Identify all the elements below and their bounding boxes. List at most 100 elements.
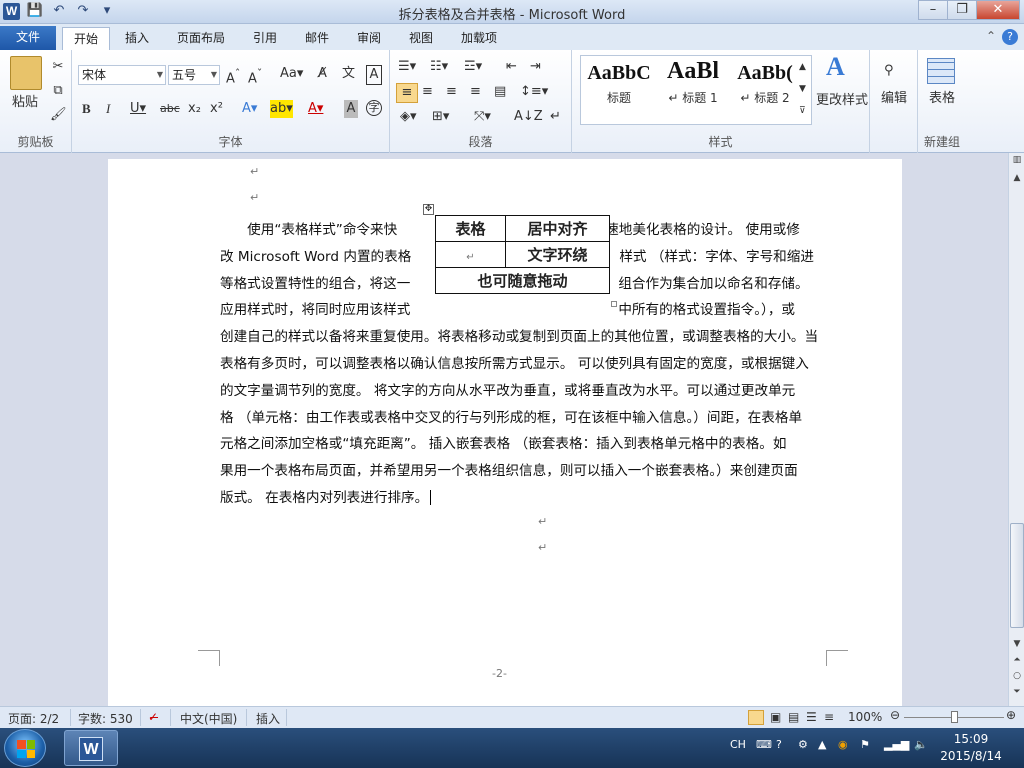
editing-button[interactable]: 编辑 — [876, 90, 912, 108]
paste-button[interactable]: 粘贴 — [6, 94, 44, 112]
bullets-icon[interactable]: ☰▾ — [398, 58, 416, 76]
security-icon[interactable]: ◉ — [838, 738, 848, 751]
text-effects-icon[interactable]: A▾ — [242, 100, 257, 118]
table-icon[interactable] — [927, 58, 955, 84]
gallery-more-icon[interactable]: ⊽ — [799, 102, 806, 120]
grow-font-icon[interactable]: Aˆ — [226, 65, 240, 88]
zoom-out-icon[interactable]: ⊖ — [890, 708, 900, 722]
table-button[interactable]: 表格 — [924, 90, 960, 108]
ime-indicator[interactable]: CH — [730, 738, 746, 751]
start-button[interactable] — [4, 729, 46, 767]
change-styles-button[interactable]: 更改样式 — [816, 92, 868, 110]
format-painter-icon[interactable]: 🖌 — [50, 106, 67, 124]
decrease-indent-icon[interactable]: ⇤ — [506, 58, 517, 76]
action-center-icon[interactable]: ⚑ — [860, 738, 870, 751]
sort-icon[interactable]: A↓Z — [514, 108, 543, 126]
previous-page-icon[interactable]: ⏶ — [1010, 655, 1024, 671]
zoom-slider-thumb[interactable] — [951, 711, 958, 723]
zoom-level[interactable]: 100% — [848, 710, 882, 724]
table-cell[interactable]: 居中对齐 — [505, 215, 610, 242]
numbering-icon[interactable]: ☷▾ — [430, 58, 448, 76]
full-screen-reading-icon[interactable]: ▣ — [770, 710, 781, 724]
character-shading-icon[interactable]: A — [344, 100, 358, 118]
scroll-up-icon[interactable]: ▲ — [1010, 173, 1024, 189]
restore-button[interactable]: ❐ — [947, 0, 977, 20]
superscript-icon[interactable]: x² — [210, 100, 223, 118]
multilevel-list-icon[interactable]: ☲▾ — [464, 58, 482, 76]
strikethrough-icon[interactable]: abc — [160, 100, 180, 118]
justify-icon[interactable]: ≡ — [470, 83, 481, 101]
taskbar-word-button[interactable]: W — [64, 730, 118, 766]
web-layout-icon[interactable]: ▤ — [788, 710, 799, 724]
close-button[interactable]: ✕ — [976, 0, 1020, 20]
tab-home[interactable]: 开始 — [62, 27, 110, 50]
language-indicator[interactable]: 中文(中国) — [180, 710, 237, 727]
binoculars-icon[interactable]: ⚲ — [884, 62, 894, 80]
shading-icon[interactable]: ◈▾ — [400, 108, 417, 126]
tab-page-layout[interactable]: 页面布局 — [168, 27, 234, 50]
font-size-combo[interactable]: 五号 ▼ — [168, 65, 220, 85]
table-cell[interactable]: 也可随意拖动 — [435, 267, 610, 294]
character-border-icon[interactable]: A — [366, 65, 382, 85]
browse-object-icon[interactable]: ○ — [1010, 671, 1024, 687]
help-icon[interactable]: ? — [1002, 29, 1018, 45]
underline-icon[interactable]: U▾ — [130, 100, 146, 118]
borders-icon[interactable]: ⊞▾ — [432, 108, 449, 126]
phonetic-guide-icon[interactable]: 文 — [342, 65, 355, 83]
cut-icon[interactable]: ✂ — [50, 58, 66, 76]
align-left-icon[interactable]: ≡ — [396, 83, 418, 103]
volume-icon[interactable]: 🔈 — [914, 738, 928, 751]
ime-options-icon[interactable]: ⚙ — [798, 738, 808, 751]
table-move-handle-icon[interactable]: ✥ — [423, 204, 434, 215]
highlight-icon[interactable]: ab▾ — [270, 100, 293, 118]
line-spacing-icon[interactable]: ↕≡▾ — [520, 83, 548, 101]
subscript-icon[interactable]: x₂ — [188, 100, 201, 118]
table-cell[interactable]: 文字环绕 — [505, 241, 610, 268]
tab-file[interactable]: 文件 — [0, 26, 56, 50]
ime-keyboard-icon[interactable]: ⌨ — [756, 738, 772, 751]
scrollbar-thumb[interactable] — [1010, 523, 1024, 628]
style-title[interactable]: AaBbC 标题 — [583, 56, 655, 124]
table-cell[interactable]: 表格 — [435, 215, 506, 242]
distributed-icon[interactable]: ▤ — [494, 83, 506, 101]
zoom-in-icon[interactable]: ⊕ — [1006, 708, 1016, 722]
tab-addins[interactable]: 加载项 — [450, 27, 508, 50]
vertical-scrollbar[interactable]: ▥ ▲ ▼ ⏶ ○ ⏷ — [1008, 153, 1024, 706]
page-count[interactable]: 页面: 2/2 — [8, 710, 59, 727]
word-count[interactable]: 字数: 530 — [78, 710, 133, 727]
style-heading-1[interactable]: AaBl ↵ 标题 1 — [657, 56, 729, 124]
collapse-ribbon-icon[interactable]: ⌃ — [986, 29, 996, 43]
tab-review[interactable]: 审阅 — [346, 27, 392, 50]
shrink-font-icon[interactable]: Aˇ — [248, 65, 262, 88]
font-name-combo[interactable]: 宋体 ▼ — [78, 65, 166, 85]
tab-view[interactable]: 视图 — [398, 27, 444, 50]
system-clock[interactable]: 15:09 2015/8/14 — [940, 731, 1002, 765]
outline-icon[interactable]: ☰ — [806, 710, 817, 724]
gallery-down-icon[interactable]: ▼ — [799, 80, 806, 98]
next-page-icon[interactable]: ⏷ — [1010, 687, 1024, 703]
paste-icon[interactable] — [10, 56, 42, 90]
italic-icon[interactable]: I — [106, 100, 110, 118]
change-case-icon[interactable]: Aa▾ — [280, 65, 303, 83]
document-page[interactable]: ↵ ↵ 使用“表格样式”命令来快 速地美化表格的设计。 使用或修 改 Micros… — [108, 159, 902, 706]
copy-icon[interactable]: ⧉ — [50, 82, 66, 100]
table-cell[interactable]: ↵ — [435, 241, 506, 268]
chinese-layout-icon[interactable]: ⤧▾ — [474, 108, 491, 126]
change-styles-icon[interactable]: A — [826, 54, 845, 80]
insert-mode[interactable]: 插入 — [256, 710, 280, 727]
align-center-icon[interactable]: ≡ — [422, 83, 433, 101]
align-right-icon[interactable]: ≡ — [446, 83, 457, 101]
document-area[interactable]: ↵ ↵ 使用“表格样式”命令来快 速地美化表格的设计。 使用或修 改 Micros… — [0, 153, 1008, 706]
show-marks-icon[interactable]: ↵ — [550, 108, 561, 126]
clear-formatting-icon[interactable]: A̸ — [318, 65, 327, 83]
ruler-toggle-icon[interactable]: ▥ — [1010, 155, 1024, 171]
gallery-up-icon[interactable]: ▲ — [799, 58, 806, 76]
proofing-icon[interactable]: ✓̶ — [148, 710, 158, 724]
tab-mailings[interactable]: 邮件 — [294, 27, 340, 50]
minimize-button[interactable]: – — [918, 0, 948, 20]
floating-table[interactable]: 表格 居中对齐 ↵ 文字环绕 也可随意拖动 — [435, 215, 610, 294]
tab-insert[interactable]: 插入 — [114, 27, 160, 50]
table-resize-handle[interactable] — [611, 301, 617, 307]
style-heading-2[interactable]: AaBb( ↵ 标题 2 — [729, 56, 801, 124]
font-color-icon[interactable]: A▾ — [308, 100, 323, 118]
